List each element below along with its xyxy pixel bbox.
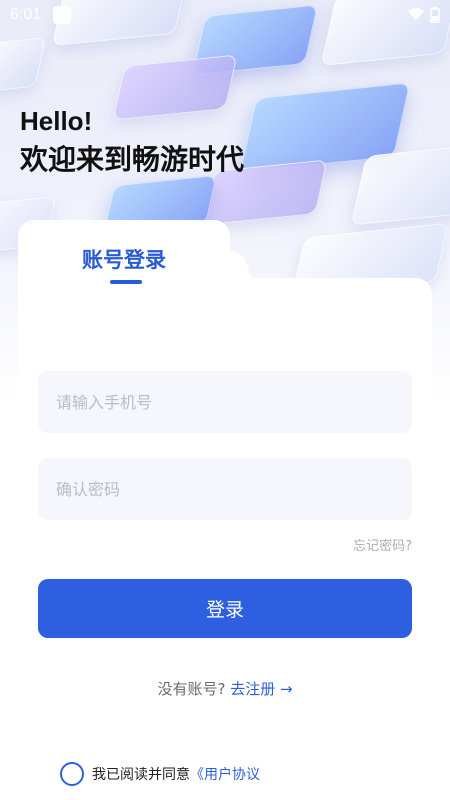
register-prompt-text: 没有账号? bbox=[157, 680, 226, 698]
login-button[interactable]: 登录 bbox=[38, 579, 412, 638]
greeting: Hello! 欢迎来到畅游时代 bbox=[20, 104, 244, 180]
register-link[interactable]: 去注册 → bbox=[230, 680, 292, 698]
status-icons bbox=[408, 7, 440, 23]
app-icon bbox=[53, 6, 72, 24]
phone-input[interactable] bbox=[56, 392, 412, 412]
password-input[interactable] bbox=[56, 479, 412, 499]
battery-icon bbox=[430, 7, 440, 23]
agreement-text: 我已阅读并同意 bbox=[92, 767, 190, 783]
phone-field[interactable] bbox=[38, 371, 412, 433]
register-prompt: 没有账号? 去注册 → bbox=[0, 678, 450, 699]
tab-account-login[interactable]: 账号登录 bbox=[82, 244, 166, 274]
agreement-row: 我已阅读并同意 《用户协议 bbox=[60, 762, 260, 786]
status-bar: 6:01 bbox=[0, 0, 450, 30]
password-field[interactable] bbox=[38, 458, 412, 520]
status-time: 6:01 bbox=[10, 6, 42, 23]
agreement-checkbox[interactable] bbox=[60, 762, 84, 786]
forgot-password-link[interactable]: 忘记密码? bbox=[353, 535, 412, 554]
wifi-icon bbox=[408, 8, 424, 21]
glass-tile bbox=[0, 37, 47, 93]
greeting-hello: Hello! bbox=[20, 106, 93, 136]
user-agreement-link[interactable]: 《用户协议 bbox=[190, 764, 260, 784]
tab-active-indicator bbox=[110, 280, 142, 284]
greeting-welcome: 欢迎来到畅游时代 bbox=[20, 143, 245, 176]
